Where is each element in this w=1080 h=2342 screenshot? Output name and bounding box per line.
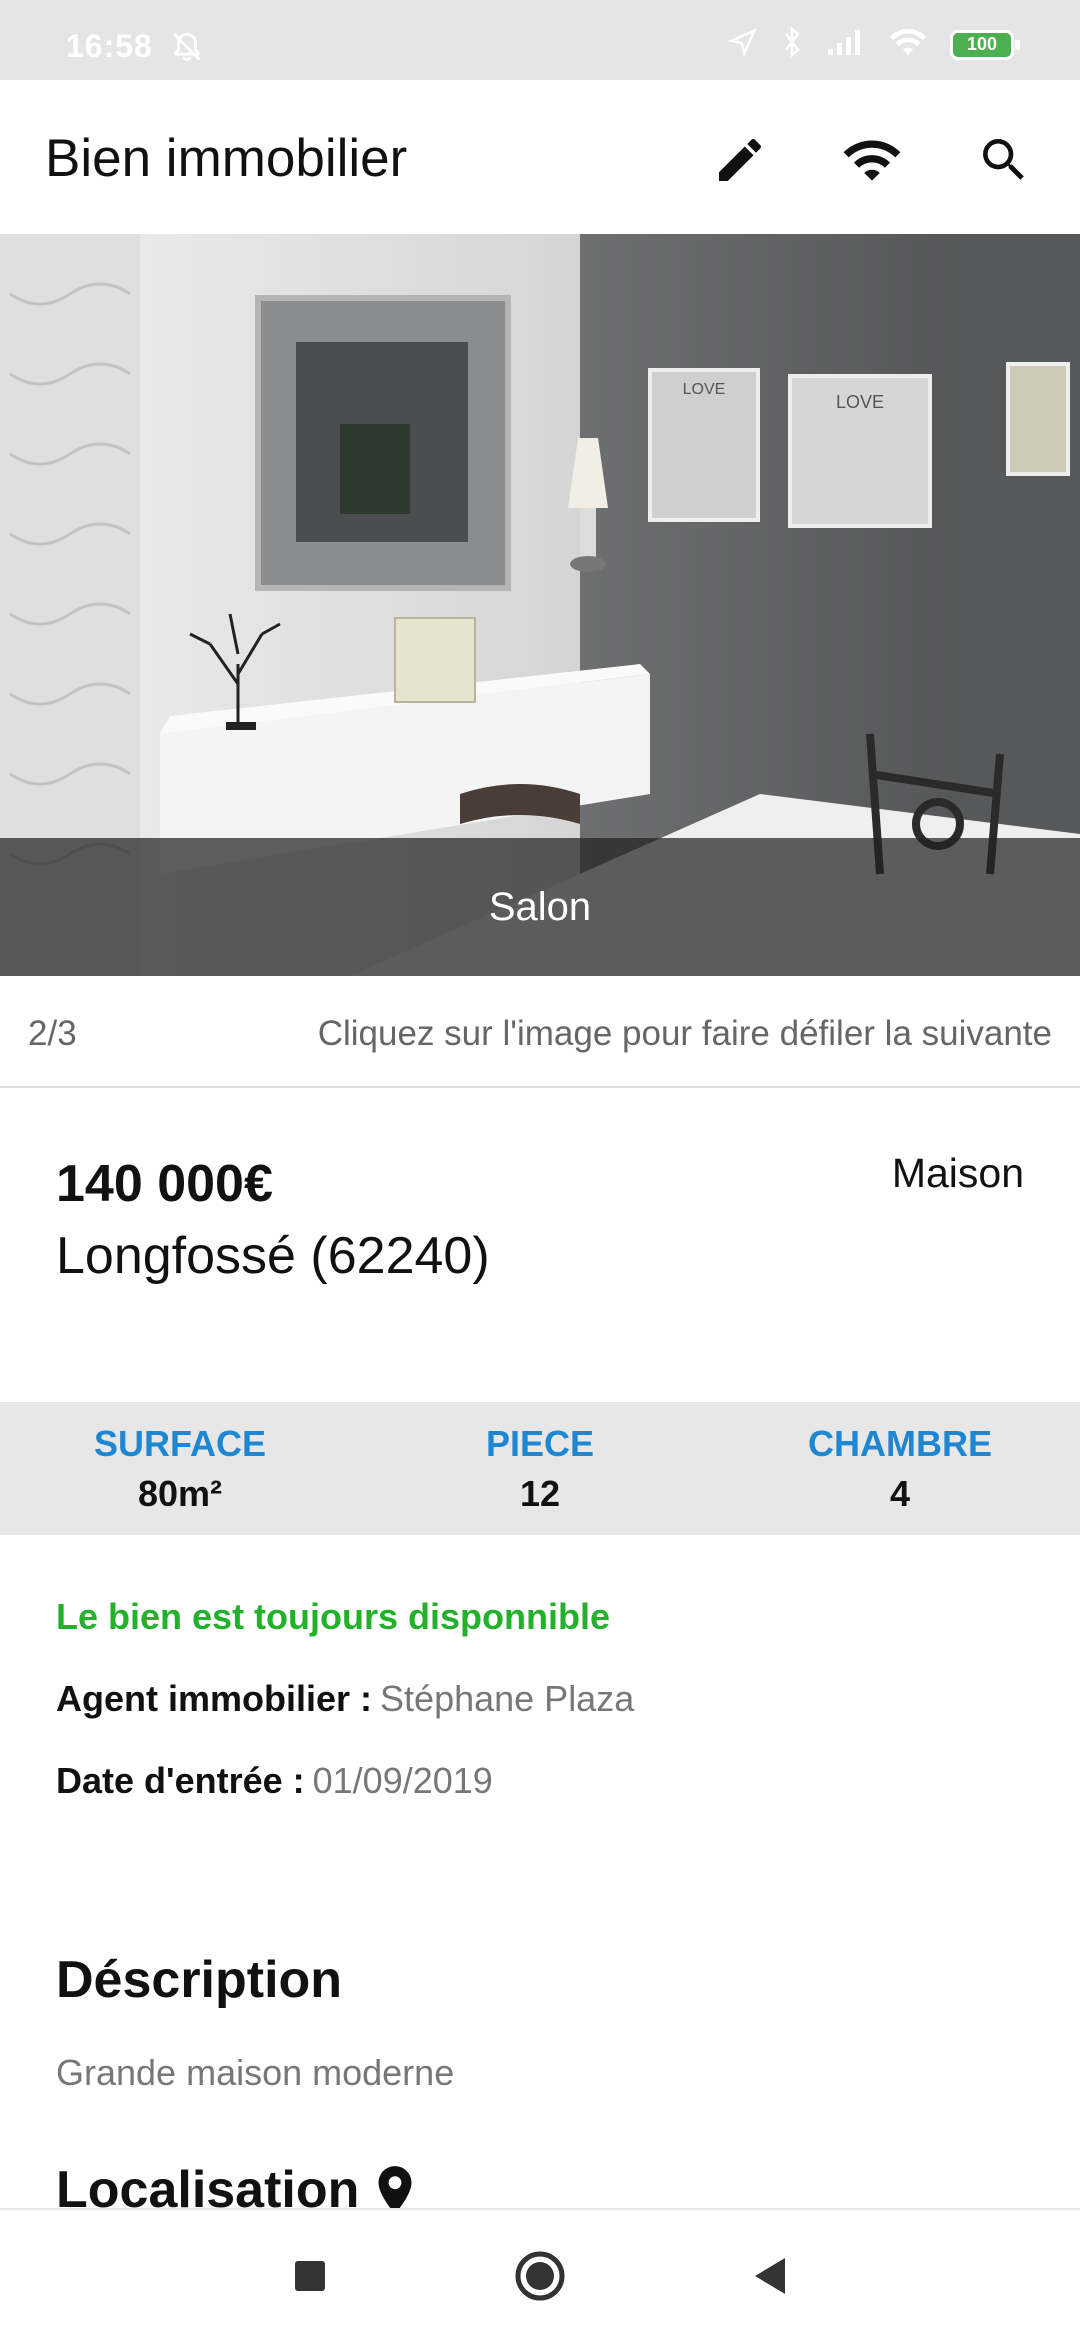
search-icon [983, 139, 1024, 180]
frame-text-2: LOVE [836, 392, 884, 412]
listing-city: Longfossé (62240) [56, 1227, 490, 1285]
bluetooth-icon [780, 26, 804, 63]
property-stats: SURFACE 80m² PIECE 12 CHAMBRE 4 [0, 1402, 1080, 1535]
stat-label: CHAMBRE [808, 1422, 992, 1464]
entry-date-row: Date d'entrée :01/09/2019 [56, 1760, 493, 1802]
alarm-off-icon [170, 30, 204, 69]
nav-recents-button[interactable] [270, 2236, 350, 2316]
nav-back-icon [755, 2258, 785, 2294]
photo-caption-text: Salon [488, 884, 592, 929]
agent-row: Agent immobilier : Stéphane Plaza [56, 1678, 634, 1720]
listing-price: 140 000€ [56, 1155, 273, 1213]
photo-counter: 2/3 [28, 1014, 77, 1053]
stat-piece: PIECE 12 [360, 1402, 720, 1535]
listing-type: Maison [891, 1150, 1024, 1196]
entry-date-label: Date d'entrée : [56, 1760, 305, 1801]
entry-date-value: 01/09/2019 [312, 1760, 493, 1801]
stat-value: 4 [889, 1472, 911, 1514]
nav-recents-icon [295, 2261, 325, 2291]
status-time: 16:58 [66, 28, 153, 64]
photo-caption: Salon [0, 838, 1080, 976]
stat-label: PIECE [485, 1422, 595, 1464]
stat-value: 80m² [137, 1472, 223, 1514]
system-nav-bar [0, 2208, 1080, 2342]
stat-label: SURFACE [93, 1422, 267, 1464]
description-text: Grande maison moderne [56, 2052, 455, 2093]
search-button[interactable] [958, 124, 1050, 196]
gallery-pager: 2/3 Cliquez sur l'image pour faire défil… [0, 976, 1080, 1088]
edit-button[interactable] [694, 124, 786, 196]
stat-value: 12 [519, 1472, 561, 1514]
location-arrow-icon [727, 27, 758, 62]
agent-value: Stéphane Plaza [380, 1678, 635, 1719]
frame-text-1: LOVE [683, 381, 726, 398]
battery-icon: 100 [950, 29, 1020, 60]
wifi-icon [843, 140, 901, 181]
gallery-hint: Cliquez sur l'image pour faire défiler l… [317, 1014, 1052, 1053]
signal-icon [826, 27, 866, 62]
status-bar: 16:58 100 [0, 0, 1080, 80]
wifi-status-icon [888, 27, 928, 62]
wifi-button[interactable] [826, 124, 918, 196]
nav-home-button[interactable] [500, 2236, 580, 2316]
description-heading: Déscription [56, 1951, 343, 2009]
edit-icon [719, 138, 762, 181]
stat-surface: SURFACE 80m² [0, 1402, 360, 1535]
nav-home-icon [515, 2251, 565, 2301]
agent-label: Agent immobilier : [56, 1678, 373, 1719]
nav-back-button[interactable] [730, 2236, 810, 2316]
property-photo[interactable]: LOVE LOVE Salon [0, 234, 1080, 976]
availability-status: Le bien est toujours disponnible [56, 1596, 611, 1637]
page-title: Bien immobilier [45, 129, 408, 188]
stat-chambre: CHAMBRE 4 [720, 1402, 1080, 1535]
app-bar: Bien immobilier [0, 80, 1080, 234]
